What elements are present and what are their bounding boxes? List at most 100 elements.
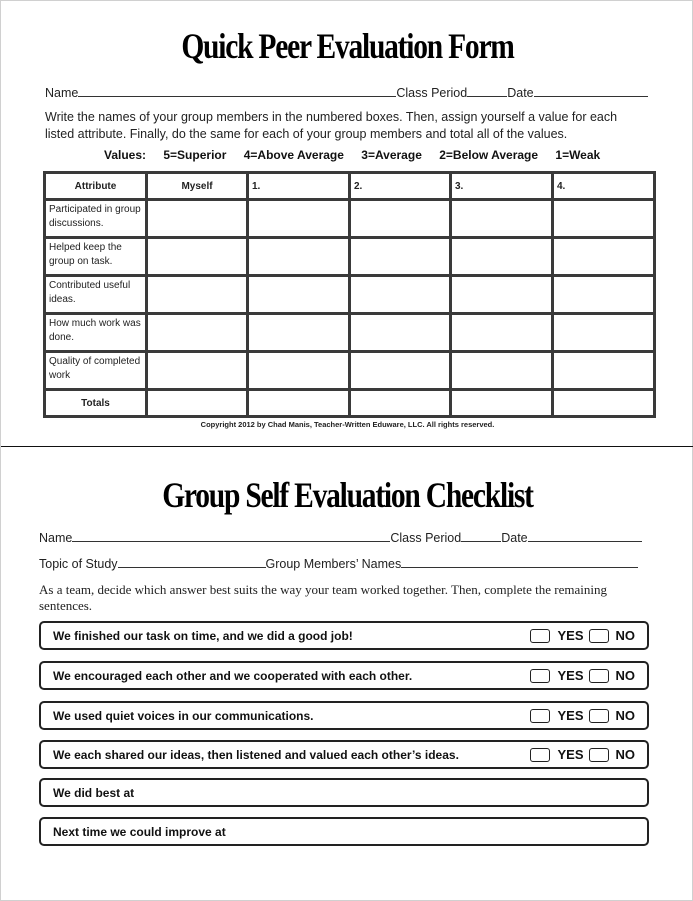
date-field[interactable] [533,85,648,97]
checklist-instructions: As a team, decide which answer best suit… [39,582,607,613]
yes-label: YES [557,668,584,683]
topic-field[interactable] [117,556,266,568]
score-cell[interactable] [246,350,351,391]
score-cell[interactable] [348,350,452,391]
yes-checkbox[interactable] [530,668,551,683]
score-cell[interactable] [551,274,656,315]
score-cell[interactable] [145,274,249,315]
section-divider [1,446,693,447]
name-field[interactable] [72,530,391,542]
checklist-statement: We each shared our ideas, then listened … [53,748,459,762]
score-cell[interactable] [145,350,249,391]
total-cell[interactable] [348,388,452,418]
yes-no-options: YES NO [530,668,635,683]
copyright-notice: Copyright 2012 by Chad Manis, Teacher-Wr… [200,420,495,429]
score-cell[interactable] [348,198,452,239]
values-label: Values: [104,148,147,162]
peer-instructions: Write the names of your group members in… [45,110,618,141]
score-cell[interactable] [145,198,249,239]
score-cell[interactable] [551,236,656,277]
yes-checkbox[interactable] [530,628,551,643]
header-member-3[interactable]: 3. [449,171,554,201]
score-cell[interactable] [246,312,351,353]
topic-members-fields: Topic of Study Group Members’ Names [39,556,639,571]
score-cell[interactable] [246,198,351,239]
score-cell[interactable] [246,274,351,315]
score-cell[interactable] [551,198,656,239]
value-5: 5=Superior [163,148,227,162]
yes-label: YES [557,708,584,723]
score-cell[interactable] [449,198,554,239]
members-field[interactable] [401,556,639,568]
attribute-cell: Quality of completed work [43,350,148,391]
yes-no-options: YES NO [530,747,635,762]
attribute-cell: Contributed useful ideas. [43,274,148,315]
yes-no-options: YES NO [530,628,635,643]
checklist-item: We used quiet voices in our communicatio… [39,701,649,730]
checklist-title: Group Self Evaluation Checklist [162,475,534,515]
checklist-item: We encouraged each other and we cooperat… [39,661,649,690]
attribute-cell: Participated in group discussions. [43,198,148,239]
no-label: NO [615,668,636,683]
peer-evaluation-table: Attribute Myself 1. 2. 3. 4. Participate… [43,171,656,418]
score-cell[interactable] [145,312,249,353]
totals-row: Totals [43,388,656,418]
total-cell[interactable] [449,388,554,418]
no-checkbox[interactable] [588,708,609,723]
no-checkbox[interactable] [588,668,609,683]
total-cell[interactable] [246,388,351,418]
score-cell[interactable] [348,274,452,315]
class-period-label: Class Period [390,531,462,545]
value-3: 3=Average [361,148,422,162]
score-cell[interactable] [449,350,554,391]
topic-label: Topic of Study [39,557,118,571]
sentence-prompt: Next time we could improve at [53,825,226,839]
no-label: NO [615,708,636,723]
score-cell[interactable] [348,236,452,277]
header-attribute: Attribute [43,171,148,201]
name-label: Name [45,86,79,100]
attribute-cell: Helped keep the group on task. [43,236,148,277]
yes-label: YES [557,747,584,762]
attribute-cell: How much work was done. [43,312,148,353]
value-4: 4=Above Average [243,148,344,162]
score-cell[interactable] [348,312,452,353]
score-cell[interactable] [551,312,656,353]
score-cell[interactable] [246,236,351,277]
class-period-field[interactable] [461,530,502,542]
header-member-2[interactable]: 2. [348,171,452,201]
class-period-label: Class Period [396,86,468,100]
yes-no-options: YES NO [530,708,635,723]
yes-checkbox[interactable] [530,708,551,723]
checklist-statement: We encouraged each other and we cooperat… [53,669,413,683]
score-cell[interactable] [449,236,554,277]
score-cell[interactable] [449,312,554,353]
sentence-box-improve[interactable]: Next time we could improve at [39,817,649,846]
table-row: Participated in group discussions. [43,198,656,239]
class-period-field[interactable] [467,85,508,97]
total-cell[interactable] [551,388,656,418]
no-label: NO [615,747,636,762]
score-cell[interactable] [145,236,249,277]
table-header-row: Attribute Myself 1. 2. 3. 4. [43,171,656,201]
checklist-statement: We used quiet voices in our communicatio… [53,709,314,723]
date-field[interactable] [527,530,642,542]
members-label: Group Members’ Names [265,557,402,571]
values-legend: Values: 5=Superior 4=Above Average 3=Ave… [104,148,614,162]
peer-form-title: Quick Peer Evaluation Form [181,26,515,66]
no-checkbox[interactable] [588,628,609,643]
checklist-statement: We finished our task on time, and we did… [53,629,353,643]
name-field[interactable] [78,85,397,97]
sentence-box-best[interactable]: We did best at [39,778,649,807]
total-cell[interactable] [145,388,249,418]
no-checkbox[interactable] [588,747,609,762]
header-member-4[interactable]: 4. [551,171,656,201]
header-member-1[interactable]: 1. [246,171,351,201]
page: { "peer_form": { "title": "Quick Peer Ev… [0,0,693,901]
date-label: Date [507,86,534,100]
table-row: How much work was done. [43,312,656,353]
yes-checkbox[interactable] [530,747,551,762]
score-cell[interactable] [551,350,656,391]
checklist-item: We each shared our ideas, then listened … [39,740,649,769]
score-cell[interactable] [449,274,554,315]
